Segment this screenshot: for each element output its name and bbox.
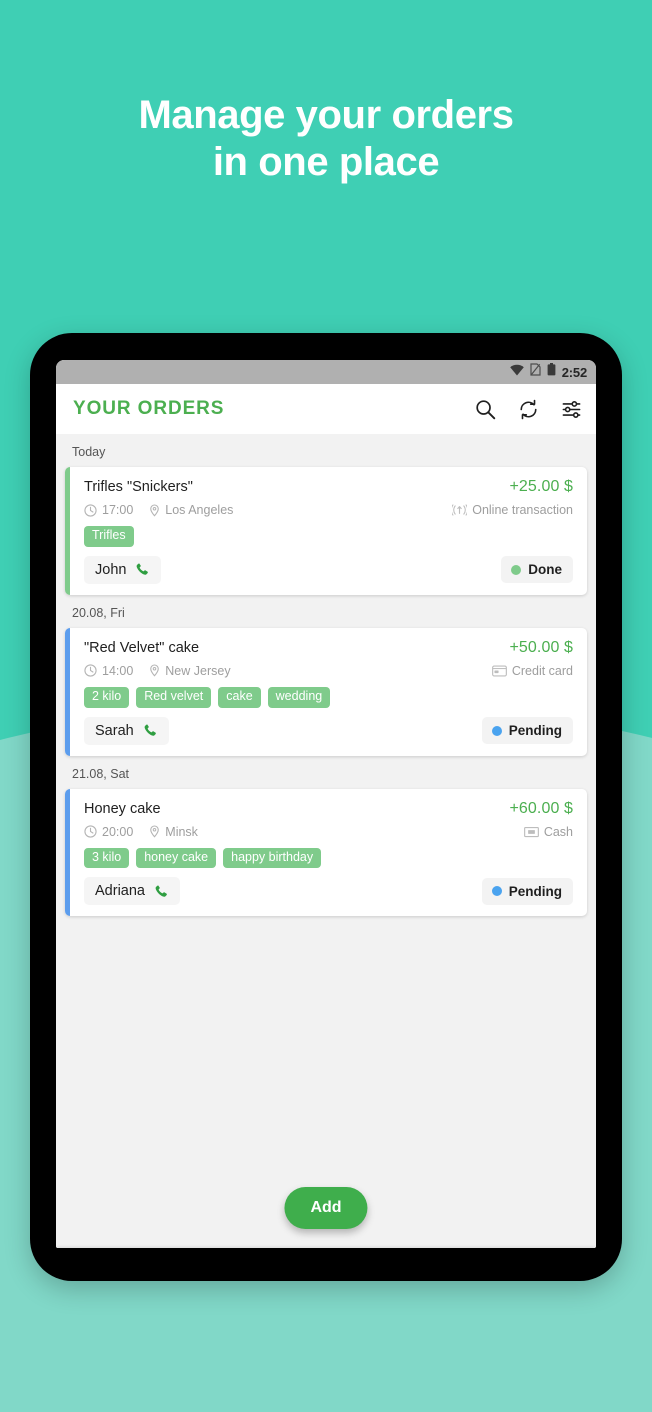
phone-device-frame: 2:52 YOUR ORDERS Today Trifles "Snickers… [30,333,622,1281]
order-amount: +60.00 $ [509,799,573,817]
android-status-bar: 2:52 [56,360,596,384]
order-card[interactable]: Trifles "Snickers" +25.00 $ 17:00 Los An… [65,467,587,595]
order-title: Trifles "Snickers" [84,479,193,495]
date-group-label: Today [72,445,106,459]
nfc-icon [451,504,469,516]
location-pin-icon [149,503,160,517]
order-location: Los Angeles [165,503,234,517]
add-order-button[interactable]: Add [284,1187,368,1229]
order-amount: +25.00 $ [509,478,573,495]
clock-icon [84,825,97,838]
status-label: Pending [508,883,562,899]
order-amount: +50.00 $ [509,638,573,656]
order-location: Minsk [165,824,198,839]
client-contact-chip[interactable]: Sarah [84,716,169,745]
promo-line-1: Manage your orders [138,93,514,137]
orders-list[interactable]: Today Trifles "Snickers" +25.00 $ 17:00 … [56,434,596,1248]
location-pin-icon [149,664,160,677]
status-label: Done [528,562,562,578]
status-badge[interactable]: Pending [481,877,573,905]
order-card[interactable]: "Red Velvet" cake +50.00 $ 14:00 New Jer… [65,627,587,756]
order-tag[interactable]: happy birthday [223,847,322,869]
clock-icon [84,503,97,517]
order-tag[interactable]: cake [218,686,261,708]
client-contact-chip[interactable]: John [84,555,162,584]
order-tag[interactable]: Trifles [84,526,134,547]
date-group-label: 21.08, Sat [72,766,129,781]
phone-icon[interactable] [143,723,158,738]
order-tag[interactable]: honey cake [136,847,217,869]
status-label: Pending [508,723,562,738]
refresh-icon[interactable] [518,399,539,420]
page-title: YOUR ORDERS [73,398,225,419]
date-group-label: 20.08, Fri [72,605,125,620]
app-bar: YOUR ORDERS [56,384,596,434]
order-tags: Trifles [84,526,573,547]
client-name: Sarah [95,722,134,739]
order-card[interactable]: Honey cake +60.00 $ 20:00 Minsk Cash 3 k… [65,788,587,917]
location-pin-icon [149,825,160,838]
order-payment-method: Credit card [511,663,573,678]
order-title: "Red Velvet" cake [84,639,200,656]
order-title: Honey cake [84,800,161,817]
order-payment-method: Online transaction [472,503,573,517]
credit-card-icon [491,665,507,677]
clock-icon [84,664,97,677]
status-dot [511,564,522,575]
status-dot [491,886,502,897]
filter-icon[interactable] [561,399,582,420]
promo-line-2: in one place [212,139,440,184]
search-icon[interactable] [475,399,496,420]
status-dot [491,725,502,736]
order-time: 17:00 [102,503,134,517]
order-tags: 3 kilo honey cake happy birthday [84,847,573,869]
order-payment-method: Cash [543,824,573,839]
banknote-icon [523,826,539,838]
status-badge[interactable]: Pending [481,717,573,744]
status-badge[interactable]: Done [501,556,573,584]
order-time: 20:00 [102,824,134,839]
phone-icon[interactable] [154,884,169,899]
client-name: John [95,561,127,578]
phone-icon[interactable] [135,562,150,577]
order-time: 14:00 [102,663,134,678]
order-tag[interactable]: 3 kilo [84,847,130,869]
app-bar-actions [475,399,582,420]
phone-screen: 2:52 YOUR ORDERS Today Trifles "Snickers… [56,360,596,1248]
order-tag[interactable]: Red velvet [136,686,212,708]
battery-icon [547,363,556,381]
wifi-icon [509,363,524,381]
order-location: New Jersey [165,663,231,678]
status-bar-time: 2:52 [561,364,587,380]
order-tags: 2 kilo Red velvet cake wedding [84,686,573,708]
promo-headline: Manage your orders in one place [0,92,652,186]
order-tag[interactable]: wedding [267,686,331,708]
sim-card-off-icon [530,363,541,381]
client-name: Adriana [95,883,145,900]
client-contact-chip[interactable]: Adriana [84,877,180,906]
order-tag[interactable]: 2 kilo [84,686,130,708]
promo-screenshot: Manage your orders in one place 2:52 YOU… [0,0,652,1412]
